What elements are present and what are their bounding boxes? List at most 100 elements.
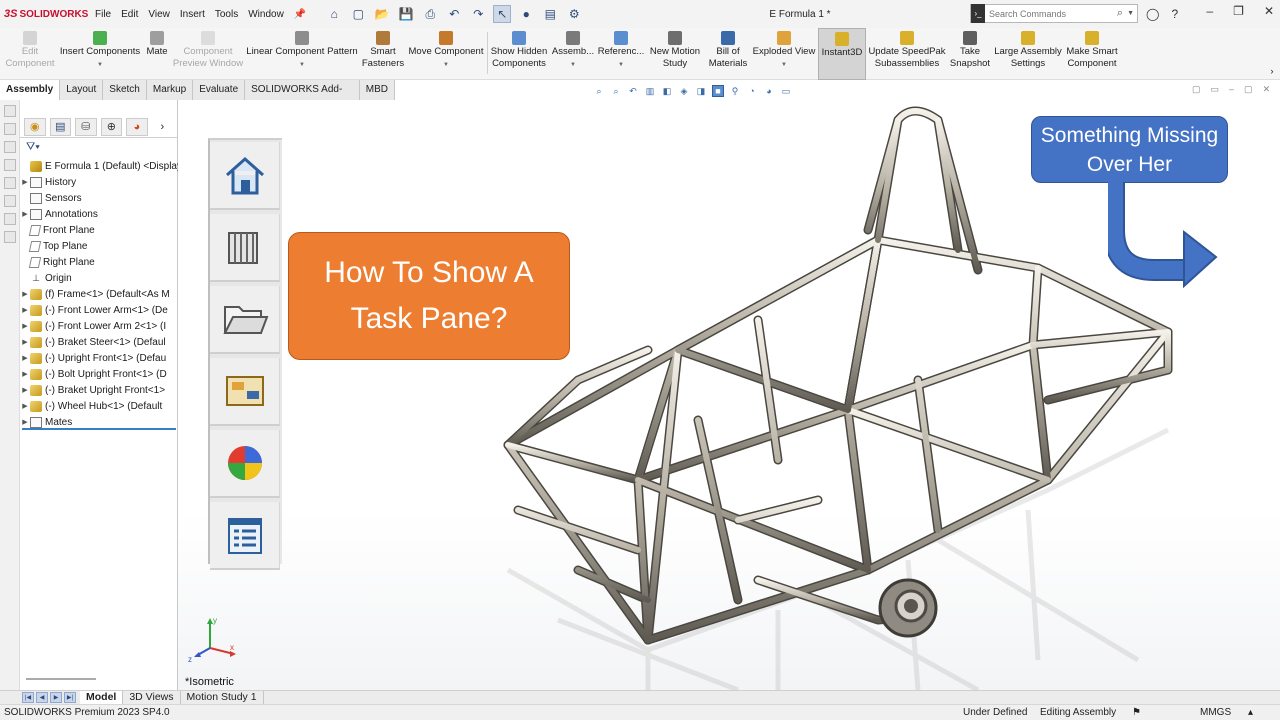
close-icon[interactable]: ✕ (1264, 4, 1274, 18)
expand-arrow-icon[interactable]: ▶ (20, 370, 30, 378)
move-component-button[interactable]: Move Component ▼ (406, 28, 486, 80)
tp-appearances-button[interactable] (210, 430, 280, 498)
minimize-viewport-icon[interactable]: – (1229, 84, 1234, 95)
chevron-down-icon[interactable]: ▼ (443, 59, 449, 71)
tab-layout[interactable]: Layout (60, 80, 104, 100)
property-manager-tab-icon[interactable]: ▤ (49, 117, 72, 136)
expand-arrow-icon[interactable]: ▶ (20, 354, 30, 362)
tree-item[interactable]: Front Plane (20, 222, 178, 238)
minimize-icon[interactable]: – (1206, 4, 1213, 18)
first-tab-icon[interactable]: |◀ (22, 692, 34, 703)
search-icon[interactable]: ⌕ (1117, 7, 1123, 20)
expand-arrow-icon[interactable]: ▶ (20, 178, 30, 186)
section-view-icon[interactable]: ▥ (644, 85, 656, 97)
tree-item[interactable]: ▶ (-) Front Lower Arm 2<1> (I (20, 318, 178, 334)
tree-item[interactable]: ▶ (f) Frame<1> (Default<As M (20, 286, 178, 302)
restore-viewport-icon[interactable]: ▢ (1192, 84, 1201, 95)
measure-tool-icon[interactable] (3, 177, 16, 189)
expand-arrow-icon[interactable]: ▶ (20, 290, 30, 298)
search-input[interactable]: Search Commands (989, 9, 1066, 19)
chevron-down-icon[interactable]: ▼ (1127, 10, 1134, 17)
assembly-features-button[interactable]: Assemb... ▼ (551, 28, 595, 80)
dimension-tool-icon[interactable] (3, 159, 16, 171)
tree-item[interactable]: ▶ Annotations (20, 206, 178, 222)
menu-insert[interactable]: Insert (175, 9, 210, 20)
tab-3d-views[interactable]: 3D Views (123, 690, 181, 705)
tree-rollback-bar[interactable] (22, 428, 176, 430)
search-commands[interactable]: ›_ Search Commands ⌕ ▼ (970, 4, 1138, 23)
menu-file[interactable]: File (90, 9, 116, 20)
smart-fasteners-button[interactable]: Smart Fasteners (360, 28, 406, 80)
component-preview-button[interactable]: Component Preview Window (172, 28, 244, 80)
tree-item[interactable]: Sensors (20, 190, 178, 206)
user-icon[interactable]: ◯ (1146, 7, 1159, 21)
restore-icon[interactable]: ❐ (1233, 4, 1244, 18)
solidworks-logo[interactable]: 3S SOLIDWORKS (0, 8, 90, 20)
tree-item[interactable]: ▶ History (20, 174, 178, 190)
view-orientation-icon[interactable]: ◈ (678, 85, 690, 97)
linear-component-pattern-button[interactable]: Linear Component Pattern ▼ (246, 28, 358, 80)
expand-arrow-icon[interactable]: ▶ (20, 322, 30, 330)
sketch-tool-icon[interactable] (3, 105, 16, 117)
mate-button[interactable]: Mate (142, 28, 172, 80)
tree-item[interactable]: ▶ (-) Bolt Upright Front<1> (D (20, 366, 178, 382)
tab-sketch[interactable]: Sketch (103, 80, 147, 100)
display-style-icon[interactable]: ◨ (695, 85, 707, 97)
rebuild-status-icon[interactable]: ⚑ (1132, 707, 1141, 718)
insert-components-button[interactable]: Insert Components ▼ (59, 28, 141, 80)
tree-item[interactable]: ▶ (-) Upright Front<1> (Defau (20, 350, 178, 366)
expand-arrow-icon[interactable]: ▶ (20, 306, 30, 314)
tree-item[interactable]: ▶ (-) Braket Steer<1> (Defaul (20, 334, 178, 350)
tp-design-library-button[interactable] (210, 214, 280, 282)
options-gear-icon[interactable]: ⚙ (565, 5, 583, 23)
weld-tool-icon[interactable] (3, 231, 16, 243)
chevron-right-icon[interactable]: › (152, 118, 173, 136)
prev-tab-icon[interactable]: ◀ (36, 692, 48, 703)
redo-icon[interactable]: ↷ (469, 5, 487, 23)
previous-view-icon[interactable]: ↶ (627, 85, 639, 97)
tree-item[interactable]: ⊥ Origin (20, 270, 178, 286)
tree-item[interactable]: ▶ (-) Front Lower Arm<1> (De (20, 302, 178, 318)
unit-system[interactable]: MMGS (1200, 707, 1231, 718)
print-icon[interactable]: ⎙ (421, 5, 439, 23)
annotation-tool-icon[interactable] (3, 141, 16, 153)
chevron-down-icon[interactable]: ▼ (570, 59, 576, 71)
apply-scene-icon[interactable]: ◕ (763, 85, 775, 97)
pin-icon[interactable]: 📌 (289, 9, 311, 20)
tab-mbd[interactable]: MBD (360, 80, 395, 100)
chevron-down-icon[interactable]: ▼ (618, 59, 624, 71)
edit-appearance-icon[interactable]: ◔ (746, 85, 758, 97)
chevron-right-icon[interactable]: › (1266, 66, 1278, 78)
exploded-view-button[interactable]: Exploded View ▼ (752, 28, 816, 80)
display-manager-tab-icon[interactable]: ◕ (126, 117, 148, 136)
menu-window[interactable]: Window (243, 9, 289, 20)
tree-item[interactable]: Right Plane (20, 254, 178, 270)
bill-of-materials-button[interactable]: Bill of Materials (706, 28, 750, 80)
next-tab-icon[interactable]: ▶ (50, 692, 62, 703)
horizontal-scrollbar[interactable] (26, 678, 96, 680)
tree-item[interactable]: E Formula 1 (Default) <Display (20, 158, 178, 174)
new-motion-study-button[interactable]: New Motion Study (646, 28, 704, 80)
zoom-to-fit-icon[interactable]: ⌕ (593, 85, 605, 97)
menu-edit[interactable]: Edit (116, 9, 143, 20)
make-smart-component-button[interactable]: Make Smart Component (1064, 28, 1120, 80)
zoom-to-area-icon[interactable]: ⌕ (610, 85, 622, 97)
tab-model[interactable]: Model (80, 690, 124, 705)
tp-view-palette-button[interactable] (210, 358, 280, 426)
feature-tree-tab-icon[interactable]: ◉ (24, 117, 46, 136)
filter-icon[interactable]: ⛛▾ (20, 138, 177, 156)
view-settings-icon[interactable]: ▭ (780, 85, 792, 97)
new-document-icon[interactable]: ▢ (349, 5, 367, 23)
tab-solidworks-addins[interactable]: SOLIDWORKS Add-Ins (245, 80, 360, 115)
wheel-hub-model[interactable] (878, 578, 938, 638)
tree-item[interactable]: ▶ (-) Braket Upright Front<1> (20, 382, 178, 398)
update-speedpak-button[interactable]: Update SpeedPak Subassemblies (868, 28, 946, 80)
rebuild-icon[interactable]: ● (517, 5, 535, 23)
tab-evaluate[interactable]: Evaluate (193, 80, 246, 100)
tp-file-explorer-button[interactable] (210, 286, 280, 354)
graphics-area[interactable]: How To Show A Task Pane? Something Missi… (178, 100, 1280, 690)
expand-arrow-icon[interactable]: ▶ (20, 210, 30, 218)
close-viewport-icon[interactable]: ✕ (1263, 84, 1271, 95)
open-icon[interactable]: 📂 (373, 5, 391, 23)
instant3d-button[interactable]: Instant3D (818, 28, 866, 80)
